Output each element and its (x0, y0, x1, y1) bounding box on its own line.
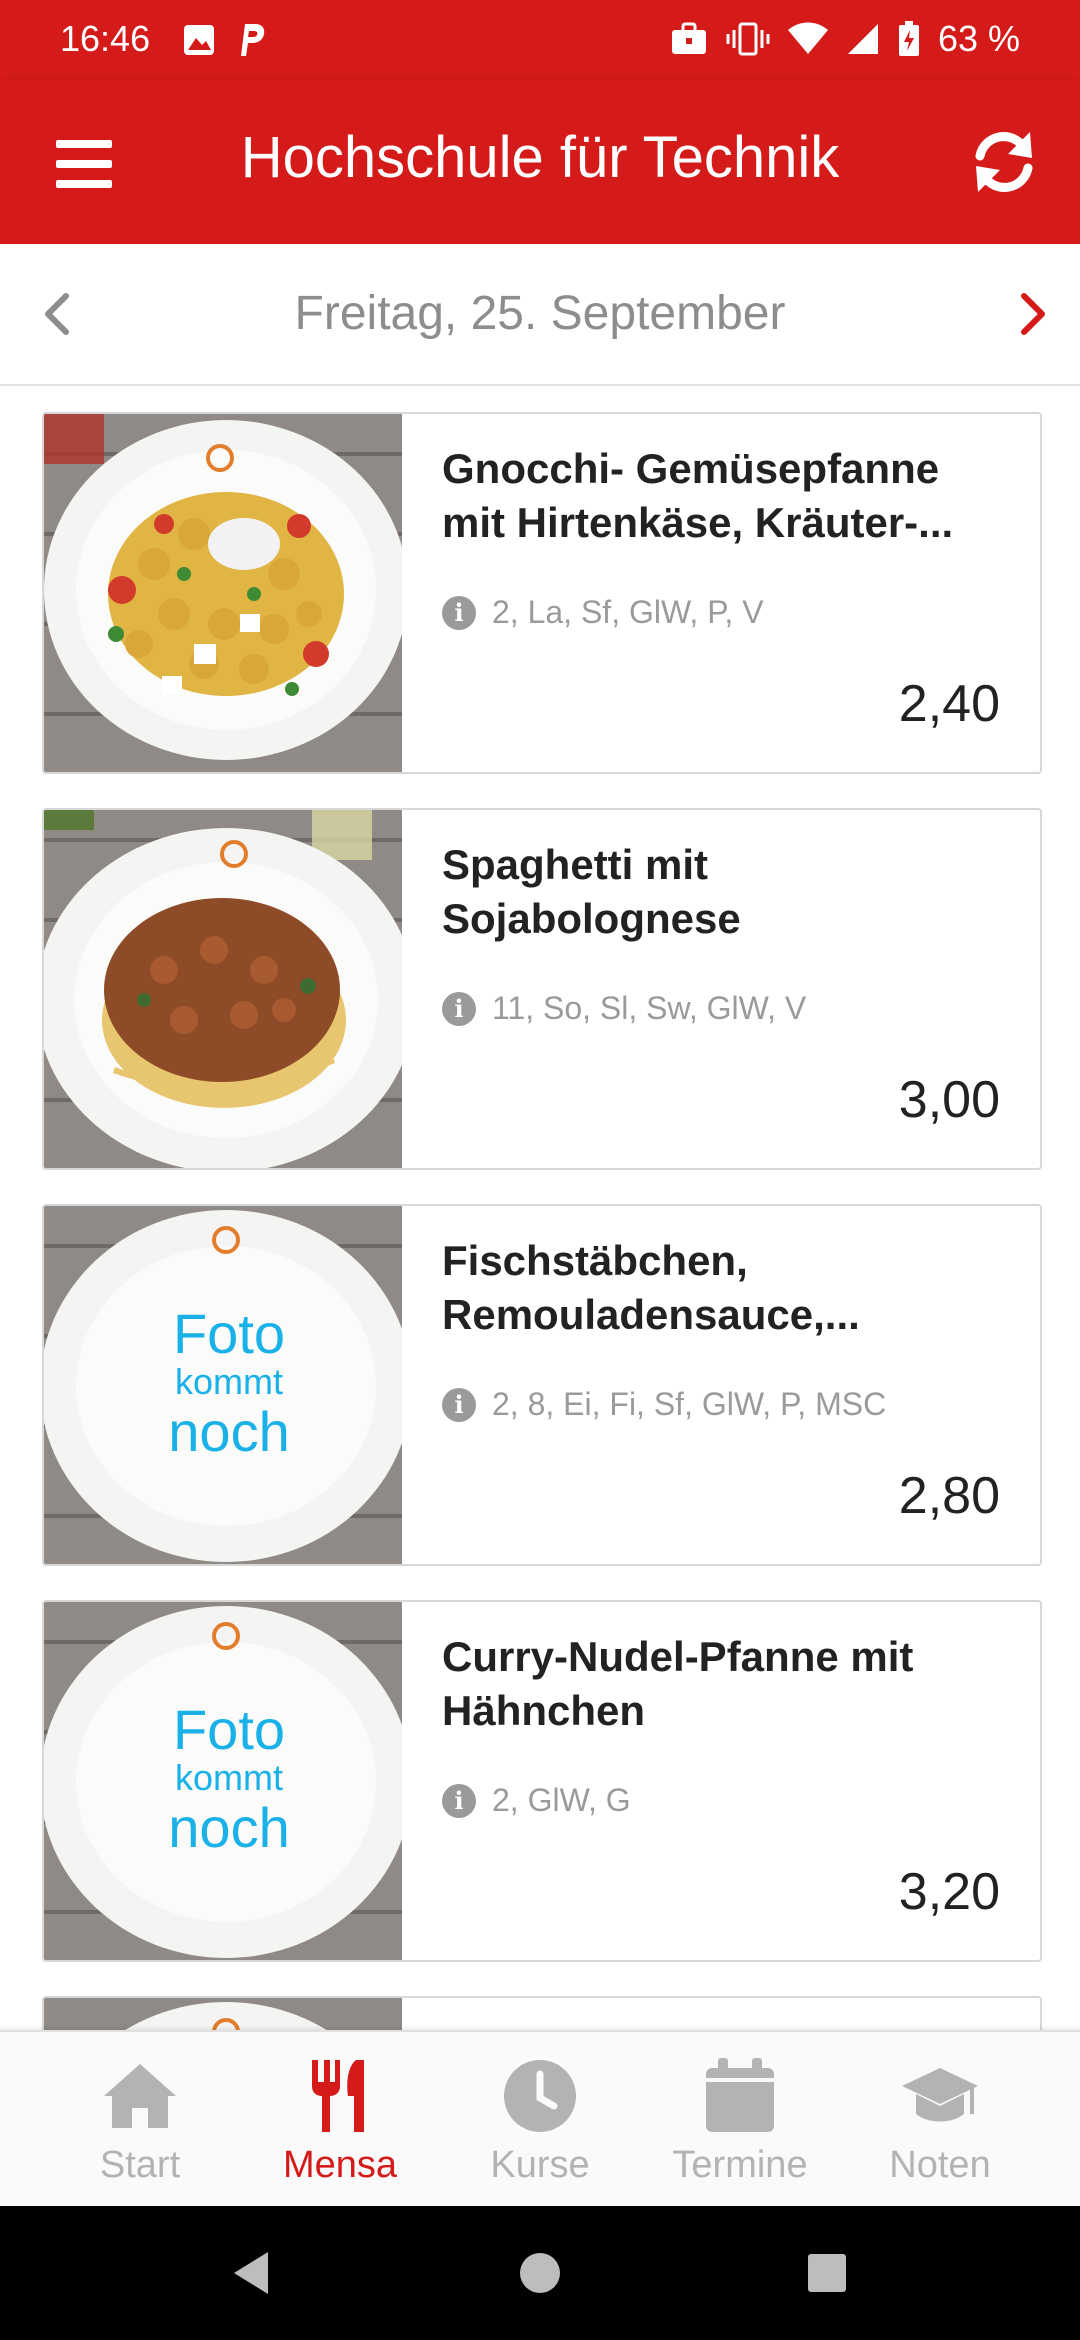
date-label: Freitag, 25. September (294, 287, 786, 340)
nav-termine[interactable]: Termine (640, 2032, 840, 2208)
meal-image: Foto kommt noch (44, 1206, 402, 1564)
meal-image: Foto kommt noch (44, 1602, 402, 1960)
meal-name: Gnocchi- Gemüsepfanne mit Hirtenkäse, Kr… (442, 445, 954, 546)
nav-start[interactable]: Start (40, 2032, 240, 2208)
meal-name: Curry-Nudel-Pfanne mit Hähnchen (442, 1633, 914, 1734)
parking-icon (241, 24, 265, 56)
refresh-icon[interactable] (968, 126, 1040, 198)
vibrate-icon (726, 22, 770, 56)
allergen-info: i 2, GlW, G (442, 1782, 631, 1819)
briefcase-icon (671, 22, 706, 54)
graduation-cap-icon (902, 2068, 978, 2122)
battery-percent: 63 % (937, 18, 1020, 59)
info-icon: i (442, 595, 476, 630)
meal-price: 2,40 (898, 675, 1000, 733)
meal-card[interactable]: Foto kommt noch Curry-Nudel-Pfanne mit H… (42, 1600, 1042, 1962)
photo-placeholder: Foto kommt noch (168, 1302, 290, 1463)
meal-price: 3,00 (898, 1071, 1000, 1129)
image-icon (184, 25, 214, 55)
cutlery-icon (312, 2060, 364, 2132)
info-icon: i (442, 991, 476, 1026)
info-icon: i (442, 1783, 476, 1818)
allergen-list: 2, La, Sf, GlW, P, V (492, 594, 764, 630)
bottom-navigation: Start Mensa Kurse Termine Noten (0, 2030, 1080, 2208)
chevron-right-icon[interactable] (1002, 284, 1062, 344)
meal-card[interactable]: Spaghetti mit Sojabolognese i 11, So, Sl… (42, 808, 1042, 1170)
signal-icon (847, 24, 878, 54)
status-time: 16:46 (60, 18, 151, 59)
battery-icon (898, 21, 919, 56)
recents-icon[interactable] (800, 2246, 854, 2300)
meal-name: Spaghetti mit Sojabolognese (442, 841, 741, 942)
back-icon[interactable] (226, 2246, 280, 2300)
date-navigation: Freitag, 25. September (0, 244, 1080, 386)
info-icon: i (442, 1387, 476, 1422)
meal-name: Fischstäbchen, Remouladensauce,... (442, 1237, 860, 1338)
meal-image (44, 1998, 402, 2030)
allergen-list: 2, GlW, G (492, 1782, 631, 1818)
nav-mensa[interactable]: Mensa (240, 2032, 440, 2208)
clock-icon (504, 2060, 576, 2132)
app-bar: Hochschule für Technik (0, 80, 1080, 244)
meal-list[interactable]: Gnocchi- Gemüsepfanne mit Hirtenkäse, Kr… (0, 386, 1080, 2030)
calendar-icon (706, 2058, 774, 2132)
allergen-list: 2, 8, Ei, Fi, Sf, GlW, P, MSC (492, 1386, 887, 1422)
allergen-list: 11, So, Sl, Sw, GlW, V (492, 990, 807, 1026)
meal-card[interactable]: Gnocchi- Gemüsepfanne mit Hirtenkäse, Kr… (42, 412, 1042, 774)
meal-price: 2,80 (898, 1467, 1000, 1525)
nav-kurse[interactable]: Kurse (440, 2032, 640, 2208)
photo-placeholder: Foto kommt noch (168, 1698, 290, 1859)
status-bar: 16:46 63 % (0, 0, 1080, 80)
meal-card[interactable]: Foto kommt noch Fischstäbchen, Remoulade… (42, 1204, 1042, 1566)
meal-price: 3,20 (898, 1863, 1000, 1921)
meal-card[interactable] (42, 1996, 1042, 2030)
home-button-icon[interactable] (513, 2246, 567, 2300)
wifi-icon (787, 22, 828, 54)
home-icon (104, 2064, 176, 2128)
allergen-info: i 11, So, Sl, Sw, GlW, V (442, 990, 806, 1027)
allergen-info: i 2, 8, Ei, Fi, Sf, GlW, P, MSC (442, 1386, 886, 1423)
system-navigation-bar (0, 2206, 1080, 2340)
meal-image (44, 810, 402, 1168)
allergen-info: i 2, La, Sf, GlW, P, V (442, 594, 764, 631)
meal-image (44, 414, 402, 772)
app-title: Hochschule für Technik (240, 125, 840, 190)
nav-noten[interactable]: Noten (840, 2032, 1040, 2208)
